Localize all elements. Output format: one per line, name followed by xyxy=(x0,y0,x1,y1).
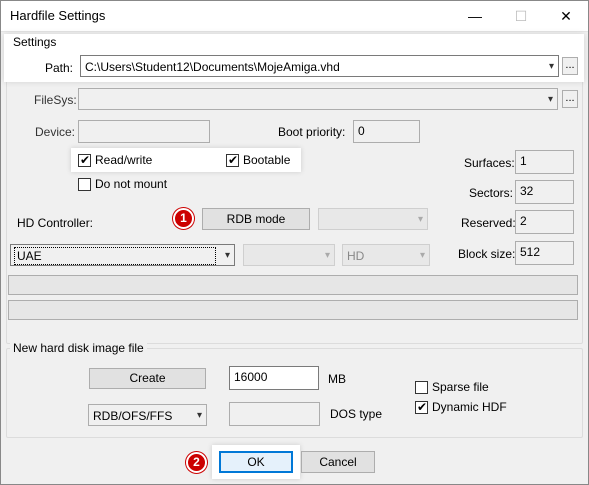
chevron-down-icon: ▾ xyxy=(417,214,423,225)
image-size-field[interactable]: 16000 xyxy=(229,366,319,390)
sparse-file-box xyxy=(415,381,428,394)
controller-select[interactable]: UAE ▾ xyxy=(10,244,235,266)
maximize-icon: ☐ xyxy=(514,8,528,24)
annotation-badge-2: 2 xyxy=(186,452,207,473)
filesys-select[interactable]: ▾ xyxy=(78,88,558,110)
read-write-box: ✔ xyxy=(78,153,91,167)
chevron-down-icon: ▾ xyxy=(547,94,553,105)
sectors-label: Sectors: xyxy=(469,186,514,200)
filesys-browse-button[interactable]: ... xyxy=(562,90,578,108)
controller-value: UAE xyxy=(14,247,216,265)
block-size-field[interactable]: 512 xyxy=(515,241,574,265)
rdb-mode-button[interactable]: RDB mode xyxy=(202,208,310,230)
path-input[interactable]: C:\Users\Student12\Documents\MojeAmiga.v… xyxy=(80,55,559,77)
boot-priority-label: Boot priority: xyxy=(278,125,346,139)
sparse-file-label: Sparse file xyxy=(432,380,489,394)
block-size-label: Block size: xyxy=(458,247,516,261)
bootable-checkbox[interactable]: ✔ Bootable xyxy=(226,153,316,169)
filesys-label: FileSys: xyxy=(34,93,77,107)
rdb-select: ▾ xyxy=(318,208,428,230)
surfaces-field[interactable]: 1 xyxy=(515,150,574,174)
device-field[interactable] xyxy=(78,120,210,143)
check-icon: ✔ xyxy=(80,153,91,167)
maximize-button: ☐ xyxy=(498,0,544,32)
unit-select: ▾ xyxy=(243,244,335,266)
chevron-down-icon: ▾ xyxy=(324,250,330,261)
dynamic-hdf-checkbox[interactable]: ✔ Dynamic HDF xyxy=(415,400,525,416)
dos-type-field[interactable] xyxy=(229,402,320,426)
close-button[interactable]: ✕ xyxy=(543,0,589,32)
create-button[interactable]: Create xyxy=(89,368,206,389)
boot-priority-field[interactable]: 0 xyxy=(353,120,420,143)
size-unit-label: MB xyxy=(328,372,346,386)
path-label: Path: xyxy=(45,61,74,75)
dynamic-hdf-box: ✔ xyxy=(415,400,428,414)
device-label: Device: xyxy=(35,125,76,139)
chevron-down-icon: ▾ xyxy=(224,250,230,261)
reserved-label: Reserved: xyxy=(461,216,516,230)
minimize-icon: — xyxy=(468,8,482,24)
bootable-label: Bootable xyxy=(243,153,291,167)
do-not-mount-label: Do not mount xyxy=(95,177,168,191)
minimize-button[interactable]: — xyxy=(452,0,498,32)
filesystem-type-value: RDB/OFS/FFS xyxy=(93,409,173,423)
bootable-box: ✔ xyxy=(226,153,239,167)
reserved-field[interactable]: 2 xyxy=(515,210,574,234)
info-bar-2 xyxy=(8,300,578,320)
new-image-group-label: New hard disk image file xyxy=(10,341,147,355)
check-icon: ✔ xyxy=(417,400,428,414)
read-write-label: Read/write xyxy=(95,153,153,167)
surfaces-label: Surfaces: xyxy=(464,156,515,170)
annotation-badge-1: 1 xyxy=(173,208,194,229)
type-value: HD xyxy=(347,249,365,263)
info-bar-1 xyxy=(8,275,578,295)
check-icon: ✔ xyxy=(228,153,239,167)
sectors-field[interactable]: 32 xyxy=(515,180,574,204)
chevron-down-icon: ▾ xyxy=(196,410,202,421)
do-not-mount-checkbox[interactable]: Do not mount xyxy=(78,177,198,193)
dynamic-hdf-label: Dynamic HDF xyxy=(432,400,507,414)
window-title: Hardfile Settings xyxy=(10,8,106,23)
chevron-down-icon: ▾ xyxy=(419,250,425,261)
hd-controller-label: HD Controller: xyxy=(17,216,94,230)
filesystem-type-select[interactable]: RDB/OFS/FFS ▾ xyxy=(88,404,207,426)
read-write-checkbox[interactable]: ✔ Read/write xyxy=(78,153,198,169)
chevron-down-icon: ▾ xyxy=(548,61,554,72)
settings-group-label: Settings xyxy=(13,35,57,49)
do-not-mount-box xyxy=(78,178,91,191)
type-select: HD ▾ xyxy=(342,244,430,266)
cancel-button[interactable]: Cancel xyxy=(301,451,375,473)
ok-button[interactable]: OK xyxy=(219,451,293,473)
dos-type-label: DOS type xyxy=(330,407,383,421)
close-icon: ✕ xyxy=(560,8,572,24)
sparse-file-checkbox[interactable]: Sparse file xyxy=(415,380,525,396)
path-value: C:\Users\Student12\Documents\MojeAmiga.v… xyxy=(85,60,340,74)
path-browse-button[interactable]: ... xyxy=(562,57,578,75)
